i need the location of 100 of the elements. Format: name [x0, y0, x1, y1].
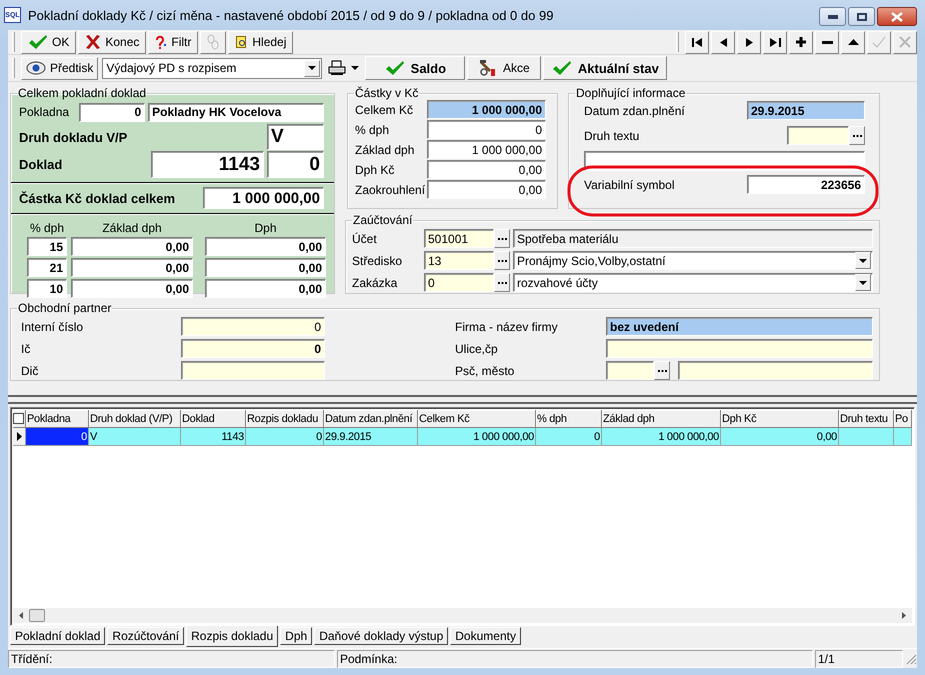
input-field[interactable]: 0: [427, 120, 546, 139]
input-field[interactable]: 0,00: [71, 258, 193, 277]
lookup-button[interactable]: [494, 273, 510, 292]
minimize-button[interactable]: [819, 7, 846, 26]
lookup-button[interactable]: [494, 251, 510, 270]
navigator-button[interactable]: [737, 30, 761, 54]
link-icon: [207, 34, 220, 50]
column-header[interactable]: Základ dph: [602, 410, 721, 428]
input-field[interactable]: Pokladny HK Vocelova: [148, 102, 324, 122]
tab[interactable]: Pokladní doklad: [10, 627, 106, 645]
column-header[interactable]: Po: [894, 410, 912, 428]
right-arrow-icon: [902, 612, 906, 619]
input-field[interactable]: 1 000 000,00: [427, 100, 546, 119]
dropdown[interactable]: Pronájmy Scio,Volby,ostatní: [513, 251, 873, 270]
row-pointer-icon: [16, 432, 22, 441]
input-field[interactable]: [181, 361, 325, 380]
input-field[interactable]: [606, 361, 654, 380]
tab[interactable]: Rozpis dokladu: [186, 626, 278, 647]
column-header[interactable]: Datum zdan.plnění: [324, 410, 418, 428]
input-field[interactable]: 223656: [747, 175, 865, 194]
input-field[interactable]: 10: [27, 279, 67, 298]
input-field[interactable]: 0,00: [427, 160, 546, 179]
table-cell: 29.9.2015: [324, 428, 418, 446]
minus-icon: [822, 40, 832, 44]
tab[interactable]: Dokumenty: [450, 627, 521, 645]
input-field[interactable]: 29.9.2015: [747, 101, 865, 120]
input-field[interactable]: 1 000 000,00: [427, 140, 546, 159]
tab[interactable]: Dph: [280, 627, 312, 645]
input-field[interactable]: 0,00: [71, 237, 193, 256]
window-title: Pokladní doklady Kč / cizí měna - nastavené období 2015 / od 9 do 9 / pokladna od 0 do 99: [28, 8, 554, 22]
horizontal-scrollbar[interactable]: [13, 608, 912, 623]
dropdown[interactable]: rozvahové účty: [513, 273, 873, 292]
input-field[interactable]: 0,00: [205, 258, 326, 277]
splitter[interactable]: [8, 395, 917, 404]
input-field[interactable]: 21: [27, 258, 67, 277]
navigator-button[interactable]: [841, 30, 865, 54]
input-field[interactable]: 0: [181, 339, 325, 358]
input-field[interactable]: 501001: [424, 229, 494, 248]
column-header[interactable]: Dph Kč: [721, 410, 839, 428]
toolbar-button[interactable]: Filtr: [148, 30, 198, 54]
toolbar-button[interactable]: OK: [21, 30, 76, 54]
column-header: Dph: [253, 221, 278, 235]
check-icon: [552, 60, 572, 76]
column-header[interactable]: Rozpis dokladu: [246, 410, 324, 428]
input-field[interactable]: 0,00: [71, 279, 193, 298]
navigator-button[interactable]: [685, 30, 709, 54]
input-field[interactable]: 0: [78, 102, 146, 122]
input-field[interactable]: 0,00: [205, 237, 326, 256]
input-field[interactable]: 0,00: [427, 180, 546, 199]
column-header[interactable]: % dph: [536, 410, 602, 428]
group-title: Obchodní partner: [17, 302, 112, 314]
column-header[interactable]: Pokladna: [26, 410, 89, 428]
template-dropdown[interactable]: Výdajový PD s rozpisem: [102, 58, 322, 78]
input-field[interactable]: 13: [424, 251, 494, 270]
toolbar-button[interactable]: Hledej: [228, 30, 294, 54]
tab[interactable]: Daňové doklady výstup: [314, 627, 448, 645]
field-label: Zaokrouhlení: [354, 182, 426, 196]
input-field[interactable]: 0,00: [205, 279, 326, 298]
input-field[interactable]: 15: [27, 237, 67, 256]
action-button[interactable]: Aktuální stav: [543, 56, 668, 80]
lookup-button[interactable]: [849, 126, 865, 145]
table-cell: 0: [536, 428, 602, 446]
input-field[interactable]: [678, 361, 873, 380]
action-button[interactable]: Akce: [467, 56, 542, 80]
column-header[interactable]: Druh doklad (V/P): [89, 410, 181, 428]
select-all-checkbox[interactable]: [13, 413, 24, 424]
scroll-thumb[interactable]: [29, 609, 45, 622]
field-label: Druh dokladu V/P: [19, 130, 128, 144]
input-field[interactable]: [787, 126, 849, 145]
x-icon: [85, 34, 102, 50]
navigator-button[interactable]: [815, 30, 839, 54]
table-cell: 0: [246, 428, 324, 446]
input-field[interactable]: V: [267, 124, 324, 150]
column-header[interactable]: [13, 410, 26, 428]
input-field[interactable]: 1143: [151, 151, 264, 178]
lookup-button[interactable]: [494, 229, 510, 248]
maximize-button[interactable]: [848, 7, 875, 26]
document-icon: [235, 35, 248, 49]
input-field[interactable]: 0: [267, 151, 324, 178]
row-indicator[interactable]: [13, 428, 26, 446]
input-field[interactable]: [606, 339, 873, 358]
preprint-button[interactable]: Předtisk: [21, 56, 98, 80]
input-field[interactable]: bez uvedení: [606, 317, 873, 336]
field-label: Zakázka: [352, 276, 398, 290]
left-arrow-icon: [720, 38, 726, 46]
toolbar-button[interactable]: Konec: [78, 30, 146, 54]
navigator-button[interactable]: [711, 30, 735, 54]
dropdown-arrow-icon: [859, 280, 867, 284]
navigator-button[interactable]: [763, 30, 787, 54]
close-button[interactable]: [877, 7, 917, 26]
column-header[interactable]: Celkem Kč: [418, 410, 536, 428]
input-field[interactable]: 1 000 000,00: [203, 187, 324, 209]
navigator-button[interactable]: [789, 30, 813, 54]
column-header[interactable]: Druh textu: [839, 410, 894, 428]
input-field[interactable]: 0: [424, 273, 494, 292]
tab[interactable]: Rozúčtování: [107, 627, 184, 645]
lookup-button[interactable]: [654, 361, 670, 380]
action-button[interactable]: Saldo: [365, 56, 466, 80]
input-field[interactable]: 0: [181, 317, 325, 336]
column-header[interactable]: Doklad: [181, 410, 246, 428]
